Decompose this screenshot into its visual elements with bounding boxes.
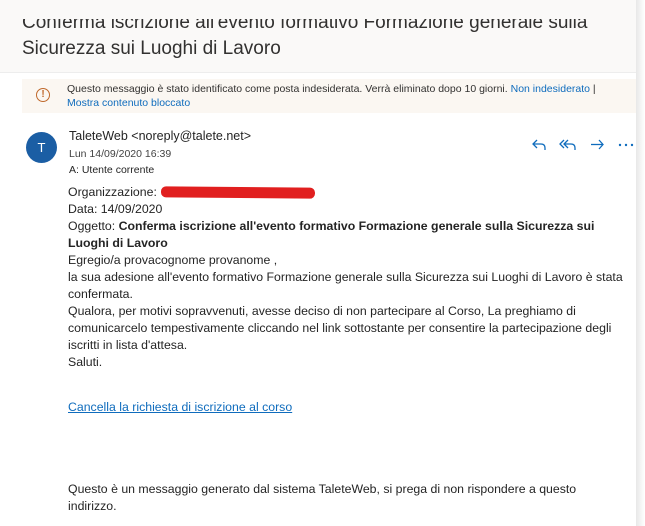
redaction-mark — [160, 186, 315, 199]
email-reading-pane: Conferma iscrizione all'evento formativo… — [0, 0, 645, 526]
organization-line: Organizzazione: — [68, 184, 634, 201]
system-footer-note: Questo è un messaggio generato dal siste… — [68, 482, 577, 513]
not-junk-link[interactable]: Non indesiderato — [511, 83, 590, 95]
junk-warning-message: Questo messaggio è stato identificato co… — [67, 83, 508, 95]
cancellation-paragraph: Qualora, per motivi sopravvenuti, avesse… — [68, 304, 612, 352]
date-line: Data: 14/09/2020 — [68, 202, 163, 216]
reply-all-button[interactable] — [553, 133, 582, 157]
reply-button[interactable] — [524, 133, 553, 157]
subject-line: Oggetto: Conferma iscrizione all'evento … — [68, 218, 634, 252]
reply-icon — [531, 139, 546, 150]
greeting: Egregio/a provacognome provanome , — [68, 253, 278, 267]
warning-circle-icon: ! — [36, 88, 50, 102]
sender-name[interactable]: TaleteWeb <noreply@talete.net> — [69, 129, 251, 143]
show-blocked-content-link[interactable]: Mostra contenuto bloccato — [67, 97, 190, 109]
message-body: Organizzazione: Data: 14/09/2020 Oggetto… — [68, 184, 634, 371]
message-actions — [524, 133, 640, 157]
avatar[interactable]: T — [26, 132, 57, 163]
forward-icon — [590, 139, 604, 150]
email-subject: Conferma iscrizione all'evento formativo… — [22, 12, 588, 59]
junk-warning-bar: ! Questo messaggio è stato identificato … — [22, 79, 636, 113]
subject-label: Oggetto: — [68, 219, 116, 233]
junk-warning-text: Questo messaggio è stato identificato co… — [67, 82, 627, 110]
warning-separator: | — [592, 83, 596, 95]
more-icon — [618, 143, 633, 147]
recipient-line: A: Utente corrente — [69, 164, 155, 176]
subject-header: Conferma iscrizione all'evento formativo… — [0, 0, 636, 73]
cancel-registration-link[interactable]: Cancella la richiesta di iscrizione al c… — [68, 400, 292, 414]
pane-edge-shadow — [636, 0, 645, 526]
forward-button[interactable] — [582, 133, 611, 157]
closing: Saluti. — [68, 355, 103, 369]
organization-label: Organizzazione: — [68, 185, 157, 199]
sent-date: Lun 14/09/2020 16:39 — [69, 148, 172, 160]
subject-value: Conferma iscrizione all'evento formativo… — [68, 219, 595, 250]
confirmation-paragraph: la sua adesione all'evento formativo For… — [68, 270, 623, 301]
reply-all-icon — [558, 139, 576, 150]
